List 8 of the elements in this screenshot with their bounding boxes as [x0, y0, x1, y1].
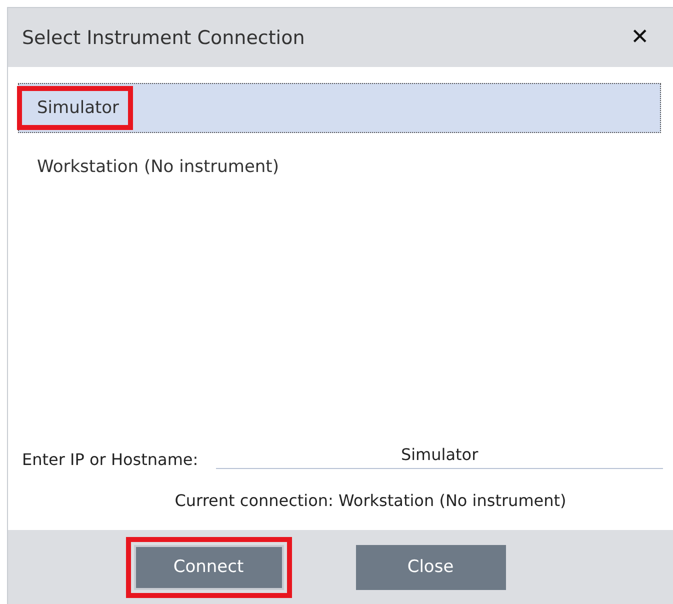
connection-item[interactable]: Workstation (No instrument)	[18, 143, 661, 193]
status-text: Current connection: Workstation (No instrument)	[174, 490, 568, 512]
close-button[interactable]: ✕	[630, 25, 649, 50]
dialog-button[interactable]: Close	[356, 544, 506, 590]
hostname-field[interactable]: Simulator	[216, 445, 663, 469]
connection-item[interactable]: Simulator	[18, 83, 661, 133]
field-label: Enter IP or Hostname:	[22, 450, 198, 469]
window-title: Select Instrument Connection	[22, 26, 305, 48]
